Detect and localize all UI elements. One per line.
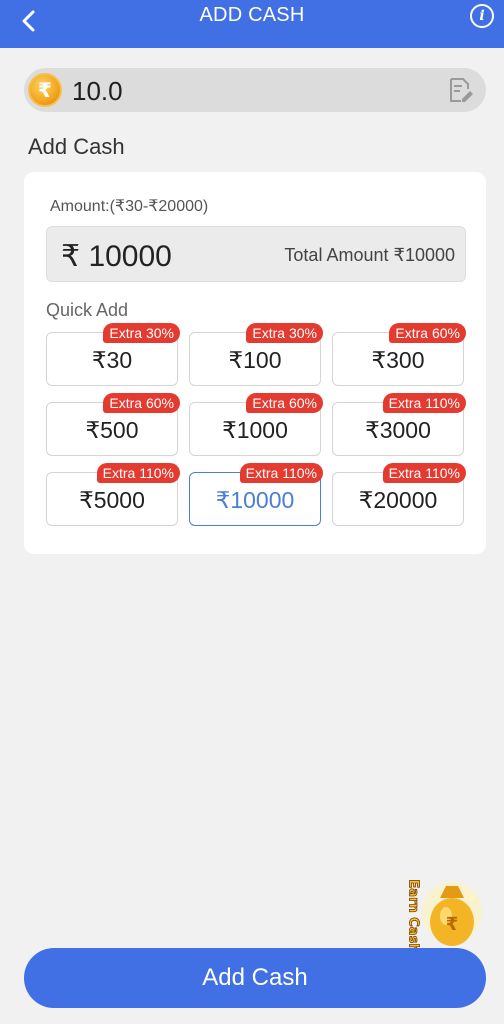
bonus-badge: Extra 60%: [103, 393, 180, 413]
option-value: ₹1000: [222, 417, 288, 443]
info-icon: i: [479, 8, 485, 24]
page-title: ADD CASH: [199, 4, 305, 26]
bonus-badge: Extra 110%: [382, 393, 466, 413]
bonus-badge: Extra 110%: [239, 463, 323, 483]
quick-add-option[interactable]: Extra 30% ₹100: [189, 323, 323, 386]
option-value: ₹20000: [358, 487, 438, 513]
bonus-badge: Extra 30%: [246, 323, 323, 343]
quick-add-option[interactable]: Extra 110% ₹3000: [332, 393, 466, 456]
option-value: ₹300: [371, 347, 425, 373]
amount-range-label: Amount:(₹30-₹20000): [50, 198, 209, 215]
amount-value: ₹ 10000: [61, 239, 172, 274]
edit-document-icon[interactable]: [448, 77, 474, 103]
balance-value: 10.0: [72, 76, 123, 106]
quick-add-option-selected[interactable]: Extra 110% ₹10000: [189, 463, 323, 526]
quick-add-label: Quick Add: [46, 300, 129, 320]
quick-add-option[interactable]: Extra 110% ₹20000: [332, 463, 466, 526]
bonus-badge: Extra 110%: [382, 463, 466, 483]
bonus-badge: Extra 60%: [389, 323, 466, 343]
quick-add-option[interactable]: Extra 60% ₹300: [332, 323, 466, 386]
bonus-badge: Extra 110%: [96, 463, 180, 483]
quick-add-option[interactable]: Extra 60% ₹500: [46, 393, 180, 456]
svg-text:₹: ₹: [446, 914, 459, 935]
amount-number: 10000: [88, 240, 172, 273]
section-title: Add Cash: [28, 134, 125, 159]
bonus-badge: Extra 30%: [103, 323, 180, 343]
option-value: ₹500: [85, 417, 139, 443]
option-value: ₹5000: [79, 487, 145, 513]
option-value: ₹100: [228, 347, 282, 373]
bonus-badge: Extra 60%: [246, 393, 323, 413]
wallet-balance-bar: ₹ 10.0: [24, 68, 486, 112]
add-cash-card: Amount:(₹30-₹20000) ₹ 10000 Total Amount…: [24, 172, 486, 554]
rupee-symbol: ₹: [61, 240, 81, 273]
option-value: ₹10000: [215, 487, 295, 513]
option-value: ₹30: [91, 347, 133, 373]
quick-add-option[interactable]: Extra 30% ₹30: [46, 323, 180, 386]
rupee-coin-icon: ₹: [28, 73, 62, 107]
quick-add-option[interactable]: Extra 110% ₹5000: [46, 463, 180, 526]
earn-cash-label: Earn Cash: [405, 879, 421, 953]
info-button[interactable]: i: [470, 4, 494, 28]
app-header: ADD CASH i: [0, 0, 504, 48]
earn-cash-text: Earn Cash: [406, 879, 421, 952]
add-cash-button[interactable]: Add Cash: [24, 948, 486, 1008]
option-value: ₹3000: [365, 417, 431, 443]
total-amount: Total Amount ₹10000: [284, 245, 455, 265]
amount-input[interactable]: ₹ 10000 Total Amount ₹10000: [46, 226, 466, 282]
quick-add-option[interactable]: Extra 60% ₹1000: [189, 393, 323, 456]
